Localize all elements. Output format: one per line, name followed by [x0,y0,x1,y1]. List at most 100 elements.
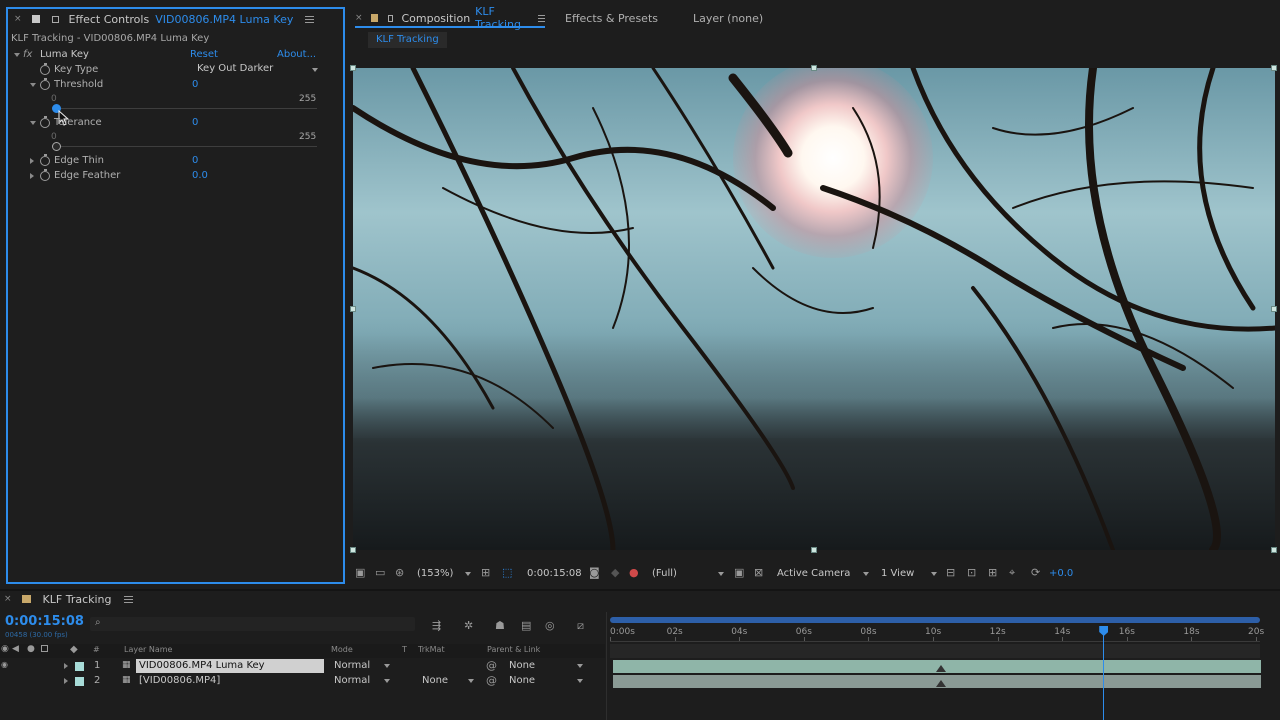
keyframe-marker[interactable] [936,680,946,687]
solo-icon[interactable]: ● [27,644,35,654]
exposure-value[interactable]: +0.0 [1049,568,1073,579]
work-area-bar[interactable] [610,617,1260,623]
timeline-icon[interactable]: ⊞ [988,566,997,579]
transform-handle[interactable] [1271,547,1277,553]
layer-tab[interactable]: Layer (none) [693,12,763,25]
col-t[interactable]: T [402,645,407,654]
lock-icon[interactable] [387,14,394,22]
transform-handle[interactable] [811,65,817,71]
viewer-timecode[interactable]: 0:00:15:08 [527,568,582,579]
toggle-pixel-aspect-icon[interactable]: ⊟ [946,566,955,579]
grid-guides-icon[interactable]: ⊞ [481,566,490,579]
comp-breadcrumb[interactable]: KLF Tracking [368,32,447,48]
stopwatch-icon[interactable] [40,78,50,90]
frame-blending-icon[interactable]: ▤ [521,619,531,632]
composition-viewer[interactable] [353,68,1275,550]
parent-dropdown[interactable]: None [509,660,583,671]
transform-handle[interactable] [350,547,356,553]
threshold-value[interactable]: 0 [192,79,198,90]
layer-name[interactable]: [VID00806.MP4] [139,675,220,686]
views-dropdown[interactable]: 1 View [881,568,937,579]
layer-label-swatch[interactable] [75,662,84,671]
twirl-right-icon[interactable] [64,678,68,684]
camera-dropdown[interactable]: Active Camera [777,568,869,579]
label-tag-icon[interactable]: ◆ [70,644,78,655]
transform-handle[interactable] [1271,306,1277,312]
stopwatch-icon[interactable] [40,63,50,75]
twirl-down-icon[interactable] [30,121,36,125]
edge-thin-value[interactable]: 0 [192,155,198,166]
close-icon[interactable]: × [355,13,363,23]
shy-layers-icon[interactable]: ☗ [495,619,505,632]
layer-label-swatch[interactable] [75,677,84,686]
about-link[interactable]: About... [277,49,316,60]
flowchart-icon[interactable]: ⌖ [1009,566,1015,580]
color-channel-icon[interactable]: ● [629,566,639,579]
timeline-search-field[interactable]: ⌕ [90,617,415,631]
stopwatch-icon[interactable] [40,154,50,166]
col-parent[interactable]: Parent & Link [487,645,540,654]
layer-mode-dropdown[interactable]: Normal [334,660,390,671]
col-trkmat[interactable]: TrkMat [418,645,445,654]
motion-blur-icon[interactable]: ◎ [545,619,555,632]
twirl-right-icon[interactable] [30,173,34,179]
close-icon[interactable]: × [4,594,12,604]
lock-icon[interactable] [41,645,48,652]
layer-row[interactable]: ◉ 1 ▦ VID00806.MP4 Luma Key Normal @ Non… [0,659,1280,674]
eye-icon[interactable]: ◉ [1,660,8,669]
always-preview-icon[interactable]: ▣ [355,566,365,579]
timeline-timecode[interactable]: 0:00:15:08 [5,614,84,629]
pickwhip-icon[interactable]: @ [486,659,497,672]
exposure-reset-icon[interactable]: ⟳ [1031,566,1040,579]
draft-3d-icon[interactable]: ✲ [464,619,473,632]
resolution-dropdown[interactable]: (Full) [652,568,724,579]
edge-feather-value[interactable]: 0.0 [192,170,208,181]
pickwhip-icon[interactable]: @ [486,674,497,687]
monitor-icon[interactable]: ▭ [375,566,385,579]
twirl-down-icon[interactable] [30,83,36,87]
transform-handle[interactable] [1271,65,1277,71]
camera-snapshot-icon[interactable]: ◙ [589,566,600,579]
composition-mini-flowchart-icon[interactable]: ⇶ [432,619,441,632]
reset-exposure-icon[interactable]: ⊡ [967,566,976,579]
panel-menu-icon[interactable] [123,595,133,603]
lock-icon[interactable] [51,15,59,23]
stopwatch-icon[interactable] [40,169,50,181]
eye-icon[interactable]: ◉ [1,644,9,654]
twirl-right-icon[interactable] [64,663,68,669]
tolerance-value[interactable]: 0 [192,117,198,128]
panel-menu-icon[interactable] [537,14,546,22]
layer-name-field[interactable]: VID00806.MP4 Luma Key [136,659,324,673]
transparency-grid-icon[interactable]: ⊠ [754,566,763,579]
zoom-dropdown[interactable]: (153%) [417,568,471,579]
twirl-down-icon[interactable] [14,53,20,57]
mask-visibility-icon[interactable]: ⊛ [395,566,404,579]
trkmat-dropdown[interactable]: None [422,675,474,686]
layer-mode-dropdown[interactable]: Normal [334,675,390,686]
close-icon[interactable]: × [14,14,22,24]
twirl-right-icon[interactable] [30,158,34,164]
tolerance-slider-track[interactable] [55,146,317,147]
luma-key-row[interactable]: fx Luma Key Reset About... [14,49,334,63]
graph-editor-icon[interactable]: ⧄ [577,619,584,633]
timeline-tab[interactable]: × KLF Tracking [4,592,133,606]
effect-controls-tab[interactable]: × Effect Controls VID00806.MP4 Luma Key [14,12,315,26]
audio-icon[interactable]: ◀ [12,644,19,654]
panel-menu-icon[interactable] [305,15,315,23]
fx-icon[interactable]: fx [23,49,32,60]
show-snapshot-icon[interactable]: ◆ [611,566,619,579]
playhead-handle[interactable] [1099,626,1109,636]
transform-handle[interactable] [811,547,817,553]
threshold-slider-track[interactable] [55,108,317,109]
stopwatch-icon[interactable] [40,116,50,128]
tolerance-slider-knob[interactable] [52,142,61,151]
transform-handle[interactable] [350,65,356,71]
fast-previews-icon[interactable]: ▣ [734,566,744,579]
composition-tab[interactable]: × Composition KLF Tracking [355,5,546,31]
col-mode[interactable]: Mode [331,645,353,654]
region-of-interest-icon[interactable]: ⬚ [502,566,512,579]
effects-presets-tab[interactable]: Effects & Presets [565,12,658,25]
layer-row[interactable]: 2 ▦ [VID00806.MP4] Normal None @ None [0,674,1280,689]
transform-handle[interactable] [350,306,356,312]
keyframe-marker[interactable] [936,665,946,672]
